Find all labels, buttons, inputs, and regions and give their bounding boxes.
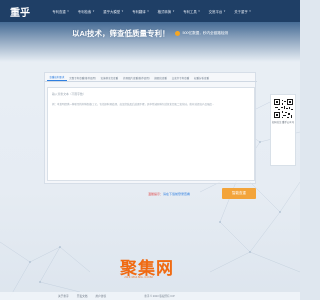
nav-item-patent-search[interactable]: 专利检索 ▼ — [74, 9, 100, 14]
nav-item-translate[interactable]: 专利翻译 ▼ — [128, 9, 154, 14]
textarea-placeholder: 输入查重文本（不限字数） — [52, 92, 86, 96]
hero-subline-text: 500亿数据，秒内全链路检测 — [182, 31, 229, 35]
search-panel: 查重权利要求 完整专利查重(推荐使用) 实施例全文查重 外观图片查重(推荐使用)… — [44, 72, 257, 184]
footer: 关于重乎 开发文档 用户协议 重乎 © 2023 版权所有 ICP — [0, 292, 300, 300]
qr-card: 扫码关注 重乎公众号 — [270, 94, 296, 166]
badge-icon — [175, 31, 181, 36]
nav-item-platform[interactable]: 交底平台 ▼ — [204, 9, 230, 14]
nav-item-label: 专利检索 — [77, 9, 92, 14]
nav-item-tools[interactable]: 专利工具 ▼ — [179, 9, 205, 14]
nav-item-label: 专利查重 — [52, 9, 66, 14]
tab-design-image[interactable]: 外观图片查重(推荐使用) — [121, 74, 152, 81]
nav-item-label: 交底平台 — [208, 9, 223, 14]
chevron-down-icon: ▼ — [197, 9, 201, 13]
tip-link[interactable]: 请在下载前登录查看 — [163, 192, 190, 196]
hero-subline: 500亿数据，秒内全链路检测 — [175, 31, 228, 36]
chevron-down-icon: ▼ — [92, 9, 95, 13]
main-nav: 专利查重 ▼ 专利检索 ▼ 重乎大模型 ▼ 专利翻译 ▼ 格式转换 ▼ 专利工具 ▼ 交底平… — [48, 0, 256, 22]
nav-item-label: 专利翻译 — [132, 9, 146, 14]
nav-item-format[interactable]: 格式转换 ▼ — [153, 9, 179, 14]
login-tip: 温馨提示：请在下载前登录查看 — [148, 192, 190, 196]
qr-caption: 扫码关注 重乎公众号 — [271, 121, 295, 124]
footer-link-about[interactable]: 关于重乎 — [58, 294, 69, 298]
nav-item-patent-check[interactable]: 专利查重 ▼ — [48, 9, 74, 14]
action-row: 温馨提示：请在下载前登录查看 智能查重 — [0, 188, 300, 200]
footer-copyright: 重乎 © 2023 版权所有 ICP — [144, 295, 175, 298]
nav-item-about[interactable]: 关于重乎 ▼ — [230, 9, 256, 14]
chevron-down-icon: ▼ — [223, 9, 226, 13]
top-nav-bar: 重乎 专利查重 ▼ 专利检索 ▼ 重乎大模型 ▼ 专利翻译 ▼ 格式转换 ▼ 专利工具 ▼ … — [0, 0, 300, 22]
hero-headline: 以AI技术，筛查低质量专利！ — [71, 29, 170, 38]
site-logo[interactable]: 重乎 — [0, 4, 48, 19]
hero-section: 以AI技术，筛查低质量专利！ 500亿数据，秒内全链路检测 查重权利要求 完整专… — [0, 22, 300, 300]
footer-link-terms[interactable]: 用户协议 — [96, 294, 107, 298]
tab-embodiment[interactable]: 实施例全文查重 — [98, 74, 120, 81]
chevron-down-icon: ▼ — [121, 9, 124, 13]
textarea-example: 例：本发明提供一种新型的材料制备工艺，包括原料预处理、高温烧结及后处理步骤，其中… — [52, 103, 215, 106]
qr-code-icon — [272, 98, 294, 119]
search-tabs: 查重权利要求 完整专利查重(推荐使用) 实施例全文查重 外观图片查重(推荐使用)… — [45, 73, 257, 82]
chevron-down-icon: ▼ — [248, 9, 252, 13]
nav-item-ai-model[interactable]: 重乎大模型 ▼ — [99, 9, 128, 14]
tab-full-patent[interactable]: 完整专利查重(推荐使用) — [67, 74, 98, 81]
tip-text: 温馨提示： — [148, 192, 164, 196]
query-textarea[interactable]: 输入查重文本（不限字数） 例：本发明提供一种新型的材料制备工艺，包括原料预处理、… — [47, 87, 255, 181]
tab-abstract[interactable]: 摘要段查重 — [152, 74, 169, 81]
nav-item-label: 关于重乎 — [234, 9, 248, 14]
nav-item-label: 重乎大模型 — [103, 9, 121, 14]
nav-item-label: 格式转换 — [157, 9, 172, 14]
submit-check-button[interactable]: 智能查重 — [222, 188, 256, 199]
chevron-down-icon: ▼ — [146, 9, 150, 13]
chevron-down-icon: ▼ — [172, 9, 175, 13]
tab-claims[interactable]: 查重权利要求 — [47, 74, 67, 81]
watermark-sub: JUJIWANG.COM — [124, 275, 154, 279]
chevron-down-icon: ▼ — [66, 9, 70, 13]
tab-disclosure[interactable]: 交底书专利查重 — [169, 74, 191, 81]
tab-weight[interactable]: 权重分析查重 — [192, 74, 212, 81]
nav-item-label: 专利工具 — [183, 9, 197, 14]
footer-link-docs[interactable]: 开发文档 — [77, 294, 88, 298]
hero-headline-row: 以AI技术，筛查低质量专利！ 500亿数据，秒内全链路检测 — [0, 28, 300, 39]
